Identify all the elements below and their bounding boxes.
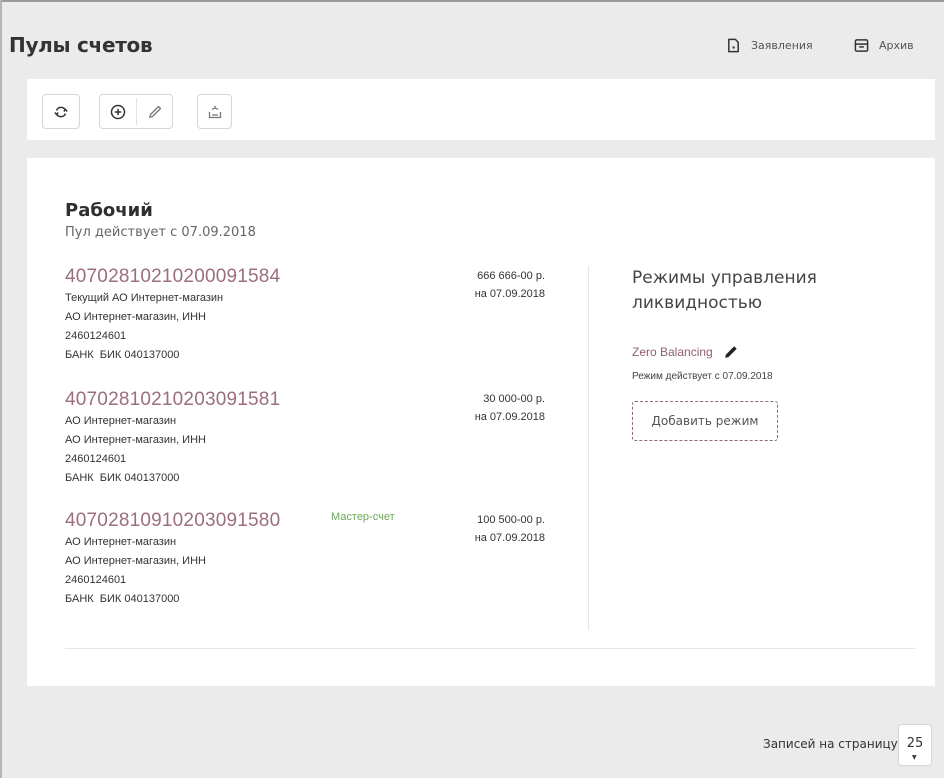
account-line: АО Интернет-магазин, ИНН — [65, 311, 206, 323]
account-balance: 100 500-00 р. на 07.09.2018 — [405, 511, 545, 547]
pool-card: Рабочий Пул действует с 07.09.2018 40702… — [27, 158, 935, 686]
statements-link[interactable]: Заявления — [726, 38, 813, 53]
account-line: 2460124601 — [65, 574, 127, 586]
account-details: Текущий АО Интернет-магазин АО Интернет-… — [65, 289, 223, 365]
account-line: АО Интернет-магазин — [65, 415, 177, 427]
account-number[interactable]: 40702810210203091581 — [65, 389, 280, 411]
toolbar — [27, 79, 935, 140]
balance-date: на 07.09.2018 — [474, 288, 545, 300]
mode-since: Режим действует с 07.09.2018 — [632, 371, 773, 382]
add-mode-button[interactable]: Добавить режим — [632, 401, 778, 441]
archive-label: Архив — [879, 39, 914, 52]
account-number[interactable]: 40702810210200091584 — [65, 266, 280, 288]
column-divider — [588, 266, 589, 630]
account-line: 2460124601 — [65, 453, 127, 465]
dissolve-pool-button[interactable] — [197, 94, 232, 129]
account-line: БАНК БИК 040137000 — [65, 472, 180, 484]
edit-button-group — [99, 94, 173, 129]
archive-icon — [854, 39, 869, 52]
add-button[interactable] — [100, 95, 136, 128]
refresh-button[interactable] — [42, 94, 80, 129]
per-page-select[interactable]: 25 ▼ — [899, 725, 931, 765]
refresh-icon — [54, 106, 68, 117]
account-line: АО Интернет-магазин, ИНН — [65, 434, 206, 446]
card-bottom-divider — [65, 648, 915, 649]
dissolve-pool-cell[interactable] — [198, 95, 231, 128]
account-number[interactable]: 40702810910203091580 — [65, 510, 280, 532]
archive-link[interactable]: Архив — [854, 38, 914, 53]
mode-name[interactable]: Zero Balancing — [632, 345, 713, 359]
account-line: АО Интернет-магазин, ИНН — [65, 555, 206, 567]
account-line: 2460124601 — [65, 330, 127, 342]
per-page-label: Записей на страницу — [763, 737, 898, 751]
page-header: Пулы счетов Заявления Архив — [0, 0, 944, 78]
page-title: Пулы счетов — [9, 33, 153, 57]
chevron-down-icon: ▼ — [912, 754, 917, 761]
modes-title: Режимы управления ликвидностью — [632, 268, 817, 313]
account-balance: 666 666-00 р. на 07.09.2018 — [405, 267, 545, 303]
balance-amount: 666 666-00 р. — [477, 270, 545, 282]
account-line: Текущий АО Интернет-магазин — [65, 292, 224, 304]
refresh-button-cell[interactable] — [43, 95, 79, 128]
window-left-border — [0, 0, 2, 778]
account-line: АО Интернет-магазин — [65, 536, 177, 548]
statements-label: Заявления — [751, 39, 813, 52]
balance-date: на 07.09.2018 — [474, 532, 545, 544]
plus-circle-icon — [110, 104, 126, 119]
pencil-icon[interactable] — [723, 344, 739, 360]
master-account-badge: Мастер-счет — [331, 511, 395, 523]
account-balance: 30 000-00 р. на 07.09.2018 — [405, 390, 545, 426]
pool-name: Рабочий — [65, 200, 153, 221]
per-page-value: 25 — [906, 736, 924, 751]
balance-date: на 07.09.2018 — [474, 411, 545, 423]
pool-since: Пул действует с 07.09.2018 — [65, 225, 256, 240]
account-line: БАНК БИК 040137000 — [65, 593, 180, 605]
pool-icon — [208, 105, 221, 118]
edit-button[interactable] — [137, 95, 173, 128]
document-icon — [728, 38, 739, 53]
mode-item[interactable]: Zero Balancing — [632, 344, 739, 360]
account-details: АО Интернет-магазин АО Интернет-магазин,… — [65, 412, 206, 488]
balance-amount: 30 000-00 р. — [483, 393, 545, 405]
account-line: БАНК БИК 040137000 — [65, 349, 180, 361]
pencil-icon — [149, 105, 162, 118]
account-details: АО Интернет-магазин АО Интернет-магазин,… — [65, 533, 206, 609]
balance-amount: 100 500-00 р. — [477, 514, 545, 526]
